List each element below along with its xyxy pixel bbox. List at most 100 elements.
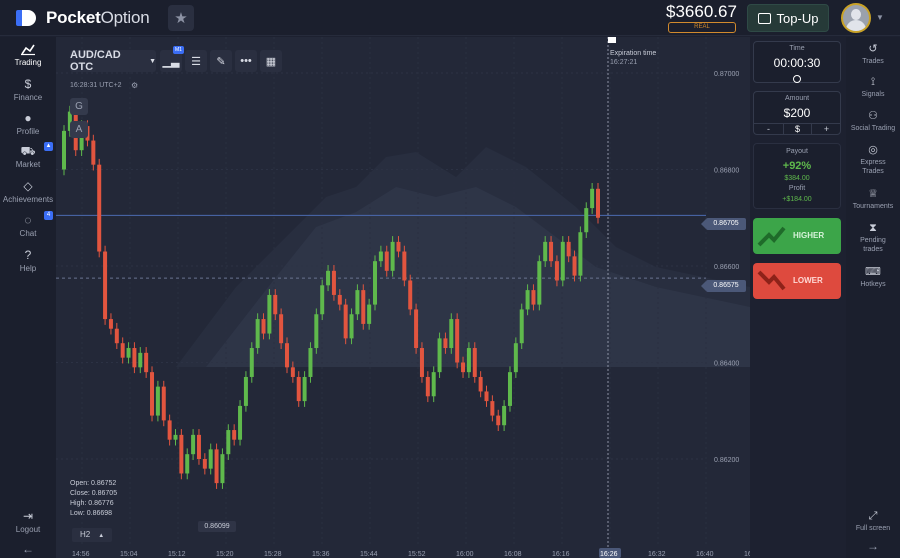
sidebar-item-trading[interactable]: Trading <box>0 42 56 67</box>
app-root: PocketOption ★ $3660.67 REAL Top-Up ▼ Tr… <box>0 0 900 558</box>
candle-body <box>238 405 243 440</box>
currency-button[interactable]: $ <box>783 123 812 134</box>
candle-body <box>484 391 489 402</box>
candle-body <box>108 319 113 329</box>
low-price-marker: 0.86099 <box>198 521 236 532</box>
candle-body <box>472 348 477 377</box>
rightbar-item-signals[interactable]: ⟟ Signals <box>846 76 900 99</box>
candle-body <box>273 294 278 315</box>
rightbar-item-label: Social Trading <box>850 125 896 132</box>
rightbar-item-social-trading[interactable]: ⚇ Social Trading <box>846 110 900 133</box>
chat-badge: 4 <box>44 211 53 220</box>
sidebar-item-chat[interactable]: ◌ 4 Chat <box>0 211 56 238</box>
x-tick-label: 15:44 <box>360 551 378 558</box>
candle-body <box>326 270 331 286</box>
history-icon: ↺ <box>868 43 878 55</box>
candle-body <box>208 449 213 469</box>
rightbar-item-fullscreen[interactable]: ⤢ Full screen <box>846 510 900 533</box>
amount-value[interactable]: $200 <box>754 106 840 120</box>
x-tick-label: 15:52 <box>408 551 426 558</box>
candle-body <box>243 376 248 406</box>
amount-card[interactable]: Amount $200 - $ + <box>753 91 841 135</box>
dollar-icon: $ <box>24 77 32 91</box>
time-value[interactable]: 00:00:30 <box>754 56 840 70</box>
sidebar-item-profile[interactable]: ● Profile <box>0 111 56 136</box>
avatar[interactable] <box>841 3 871 33</box>
gear-icon[interactable]: ⚙ <box>131 81 138 90</box>
y-tick-label: 0.86400 <box>714 361 739 368</box>
chart-area[interactable]: 0.87000 0.86800 0.86600 0.86400 0.86200 14:56… <box>56 37 750 558</box>
rightbar-item-label: Signals <box>861 91 885 98</box>
candle-body <box>560 241 565 281</box>
fullscreen-icon: ⤢ <box>868 510 878 522</box>
rightbar-item-label: Express Trades <box>860 159 886 175</box>
balance[interactable]: $3660.67 REAL <box>666 3 737 33</box>
candle-body <box>414 309 419 349</box>
favorites-star-button[interactable]: ★ <box>168 5 194 31</box>
candle-body <box>91 140 96 165</box>
candle-body <box>349 314 354 339</box>
expiration-label: Expiration time <box>610 50 657 57</box>
layout-button[interactable]: ▦ <box>260 50 282 72</box>
pair-selector[interactable]: AUD/CAD OTC ▼ <box>70 49 156 73</box>
candlestick-chart: 0.87000 0.86800 0.86600 0.86400 0.86200 14:56… <box>56 37 750 558</box>
candle-body <box>384 251 389 271</box>
tool-g-button[interactable]: G <box>70 98 88 115</box>
collapse-arrow-icon[interactable]: ← <box>0 542 56 556</box>
payout-percent: +92% <box>782 160 812 172</box>
indicators-button[interactable]: ☰ <box>185 50 207 72</box>
x-tick-label: 15:36 <box>312 551 330 558</box>
ohlc-open: Open: 0.86752 <box>70 480 117 487</box>
sidebar-item-help[interactable]: ? Help <box>0 248 56 273</box>
candle-body <box>355 290 360 315</box>
candle-body <box>566 241 571 257</box>
time-card[interactable]: Time 00:00:30 <box>753 41 841 83</box>
x-tick-label: 16:40 <box>696 551 714 558</box>
sidebar-item-achievements[interactable]: ◇ Achievements <box>0 179 56 204</box>
rightbar-item-pending-trades[interactable]: ⧗ Pending trades <box>846 222 900 254</box>
logo[interactable]: PocketOption <box>16 7 150 29</box>
candle-body <box>314 314 319 349</box>
timezone-label: 16:28:31 UTC+2 <box>70 82 122 89</box>
sidebar-item-label: Chat <box>19 229 37 238</box>
tool-a-button[interactable]: A <box>70 121 88 138</box>
candle-icon: ▁▃ <box>162 55 180 68</box>
top-bar: PocketOption ★ $3660.67 REAL Top-Up ▼ <box>0 0 900 36</box>
candle-body <box>114 328 119 344</box>
candle-body <box>337 294 342 305</box>
x-tick-label: 16:26 <box>600 551 618 558</box>
ohlc-high: High: 0.86776 <box>70 500 114 507</box>
candle-body <box>449 319 454 349</box>
period-selector[interactable]: H2 ▲ <box>72 528 112 542</box>
lower-button[interactable]: LOWER <box>753 263 841 299</box>
sidebar-item-label: Logout <box>15 525 41 534</box>
rightbar-item-label: Pending trades <box>860 237 886 253</box>
amount-minus-button[interactable]: - <box>754 123 783 134</box>
chart-line-icon <box>21 44 35 56</box>
more-button[interactable]: ••• <box>235 50 257 72</box>
rightbar-item-tournaments[interactable]: ♕ Tournaments <box>846 188 900 211</box>
expand-arrow-icon[interactable]: → <box>846 540 900 552</box>
sidebar-item-logout[interactable]: ⇥ Logout <box>0 509 56 534</box>
drawing-button[interactable]: ✎ <box>210 50 232 72</box>
candle-body <box>185 454 190 474</box>
candle-body <box>478 376 483 392</box>
candle-body <box>296 376 301 402</box>
candle-body <box>255 319 260 349</box>
topup-button[interactable]: Top-Up <box>747 4 829 32</box>
rightbar-item-express-trades[interactable]: ◎ Express Trades <box>846 144 900 176</box>
candle-body <box>179 434 184 474</box>
sidebar-item-finance[interactable]: $ Finance <box>0 77 56 102</box>
rightbar-item-hotkeys[interactable]: ⌨ Hotkeys <box>846 266 900 289</box>
rightbar-item-trades[interactable]: ↺ Trades <box>846 43 900 66</box>
higher-button[interactable]: HIGHER <box>753 218 841 254</box>
sidebar-item-market[interactable]: ⛟ ▲ Market <box>0 142 56 169</box>
y-tick-label: 0.87000 <box>714 71 739 78</box>
chevron-down-icon[interactable]: ▼ <box>876 13 884 22</box>
help-icon: ? <box>24 248 32 262</box>
logout-icon: ⇥ <box>22 509 34 523</box>
profit-label: Profit <box>788 185 806 192</box>
amount-plus-button[interactable]: + <box>812 123 841 134</box>
amount-label: Amount <box>784 95 810 102</box>
candle-body <box>132 348 137 368</box>
